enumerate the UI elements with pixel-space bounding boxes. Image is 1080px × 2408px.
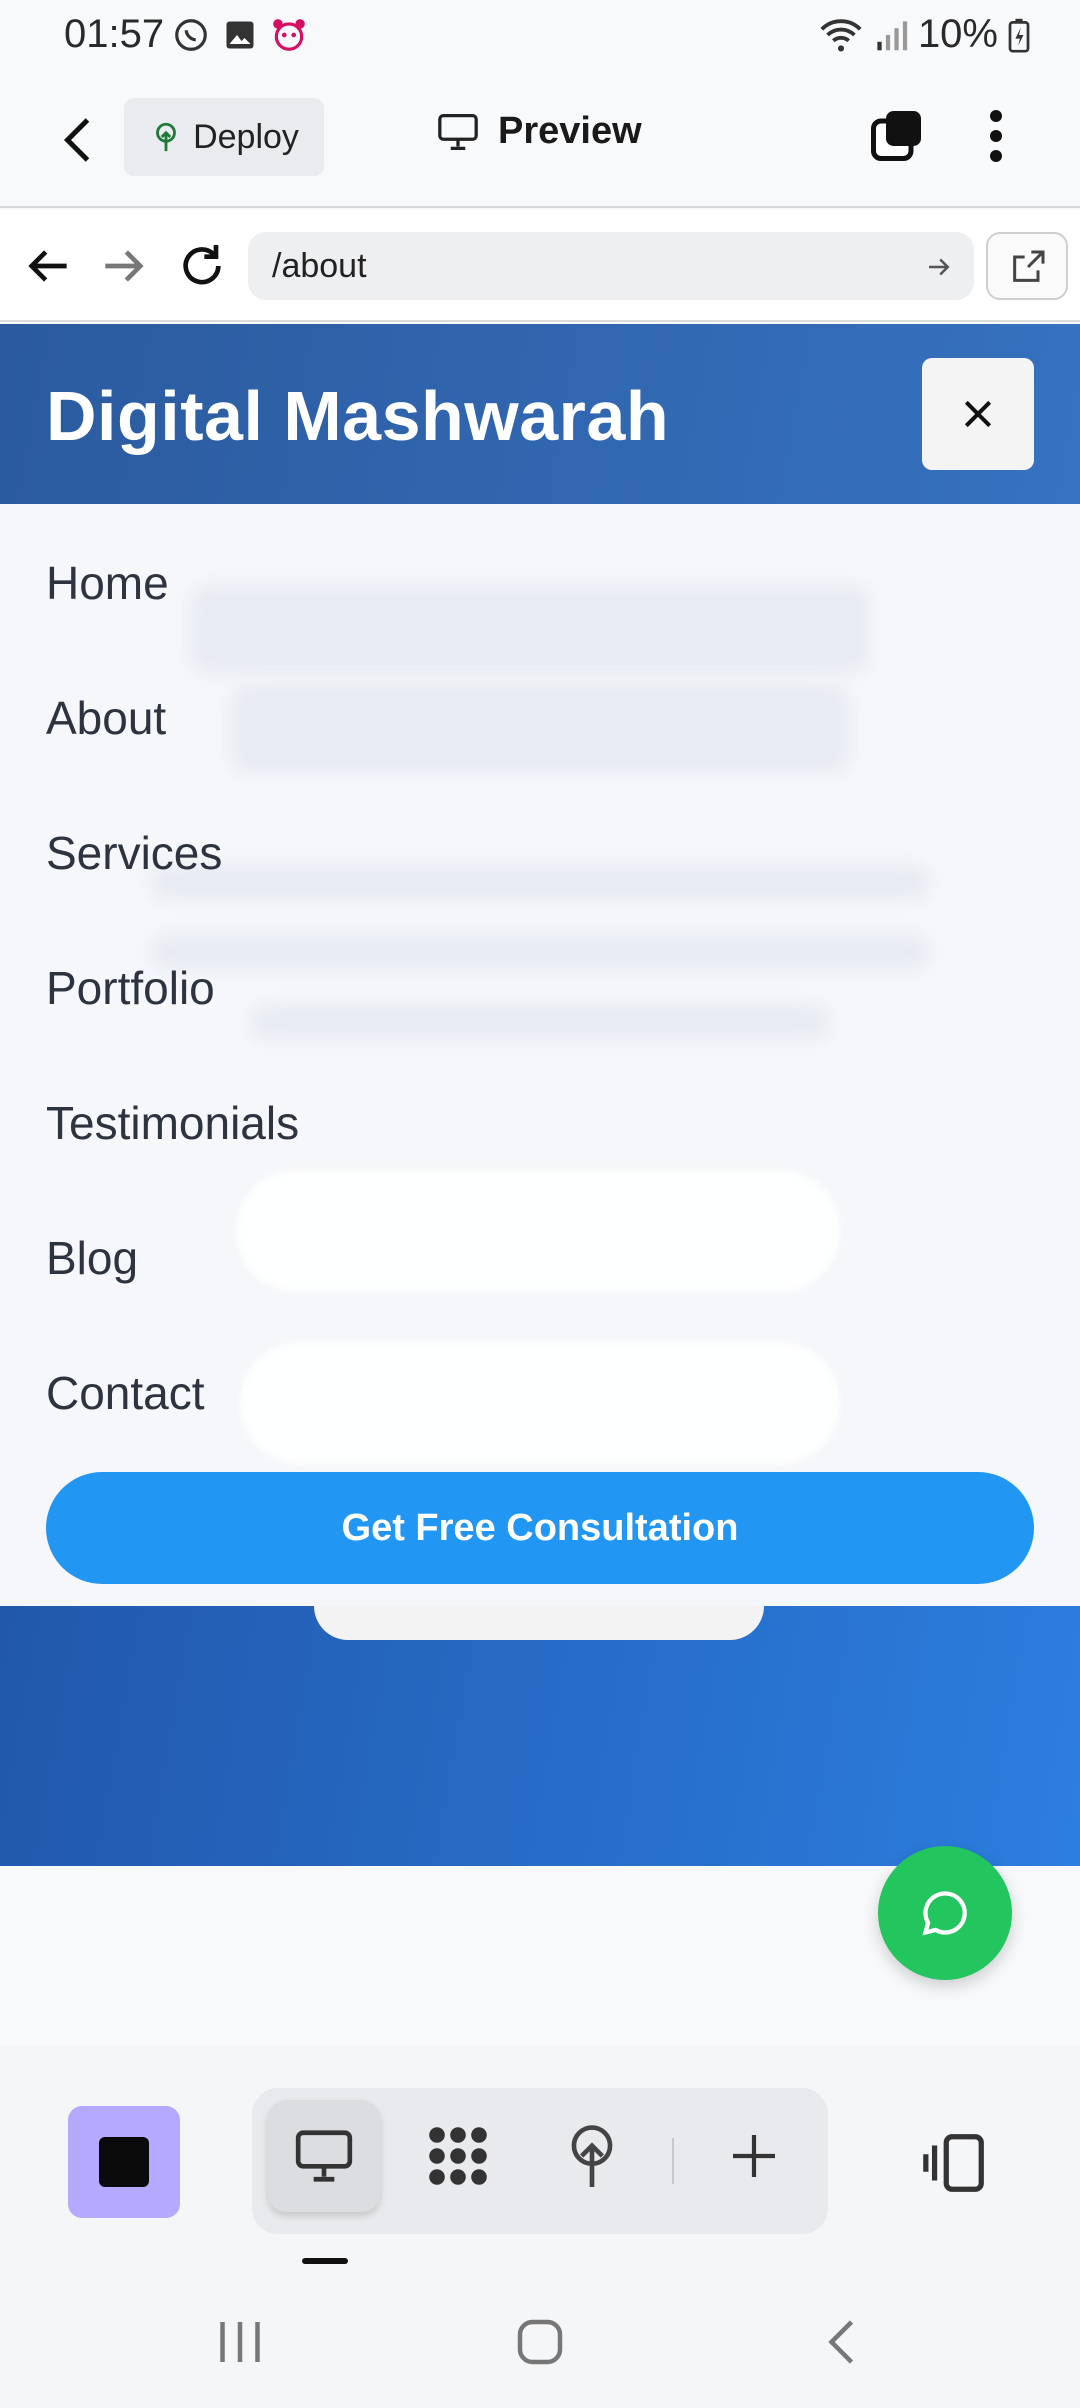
notification-icons xyxy=(172,16,308,54)
toolbar-divider xyxy=(672,2138,674,2184)
site-header: Digital Mashwarah xyxy=(0,324,1080,504)
deploy-tool[interactable] xyxy=(536,2100,648,2212)
menu-item-contact[interactable]: Contact xyxy=(46,1366,205,1420)
whatsapp-icon xyxy=(175,19,207,51)
preview-title: Preview xyxy=(436,110,642,153)
gallery-icon xyxy=(226,21,254,49)
reload-icon[interactable] xyxy=(174,238,230,294)
back-arrow-icon[interactable] xyxy=(50,110,110,170)
desktop-preview-tool[interactable] xyxy=(268,2100,380,2212)
desktop-preview-icon xyxy=(295,2130,353,2182)
tool-group xyxy=(252,2088,828,2234)
system-navigation xyxy=(0,2268,1080,2408)
app-header: Deploy Preview xyxy=(0,72,1080,208)
recents-icon[interactable] xyxy=(210,2312,270,2372)
mobile-menu: Home About Services Portfolio Testimonia… xyxy=(0,504,1080,1606)
menu-item-services[interactable]: Services xyxy=(46,826,222,880)
more-options-icon[interactable] xyxy=(978,106,1014,166)
bottom-toolbar xyxy=(0,2046,1080,2268)
avatar-square xyxy=(99,2137,149,2187)
close-menu-button[interactable] xyxy=(922,358,1034,470)
home-icon[interactable] xyxy=(510,2312,570,2372)
deploy-tree-icon xyxy=(571,2125,613,2187)
background-blur-block xyxy=(150,934,930,970)
browser-back-icon[interactable] xyxy=(20,238,76,294)
background-blur-block xyxy=(190,584,870,674)
background-blur-pill xyxy=(236,1170,840,1292)
foodpanda-icon xyxy=(273,19,305,51)
deploy-button[interactable]: Deploy xyxy=(124,98,324,176)
split-view-icon[interactable] xyxy=(920,2128,990,2198)
system-back-icon[interactable] xyxy=(814,2312,874,2372)
monitor-icon xyxy=(438,113,478,150)
tabs-icon[interactable] xyxy=(866,106,926,166)
browser-forward-icon[interactable] xyxy=(96,238,152,294)
chat-bubble-icon xyxy=(922,1891,967,1936)
battery-charging-icon xyxy=(1008,18,1030,53)
go-arrow-icon[interactable] xyxy=(924,252,954,282)
browser-bar: /about xyxy=(0,210,1080,322)
menu-item-testimonials[interactable]: Testimonials xyxy=(46,1096,299,1150)
deploy-tree-icon xyxy=(156,122,176,152)
url-input[interactable]: /about xyxy=(248,232,974,300)
signal-icon xyxy=(877,20,908,50)
menu-item-home[interactable]: Home xyxy=(46,556,169,610)
dots-grid-icon xyxy=(429,2127,487,2185)
background-blur-block xyxy=(250,1004,830,1040)
hero-section xyxy=(0,1606,1080,1866)
battery-percent: 10% xyxy=(917,12,998,56)
menu-item-portfolio[interactable]: Portfolio xyxy=(46,961,215,1015)
project-avatar[interactable] xyxy=(68,2106,180,2218)
menu-item-about[interactable]: About xyxy=(46,691,166,745)
background-blur-block xyxy=(230,684,850,774)
wifi-icon xyxy=(820,18,862,51)
active-tool-indicator xyxy=(302,2258,348,2264)
chat-button[interactable] xyxy=(878,1846,1012,1980)
status-time: 01:57 xyxy=(64,12,165,56)
add-icon xyxy=(733,2135,775,2177)
get-consultation-button[interactable]: Get Free Consultation xyxy=(46,1472,1034,1584)
external-link-icon xyxy=(1013,250,1045,282)
deploy-label: Deploy xyxy=(193,117,299,156)
close-icon xyxy=(964,400,992,428)
hero-button-partial[interactable] xyxy=(314,1606,764,1640)
menu-item-blog[interactable]: Blog xyxy=(46,1231,138,1285)
background-blur-block xyxy=(150,864,930,900)
site-brand[interactable]: Digital Mashwarah xyxy=(46,376,669,456)
open-external-button[interactable] xyxy=(986,232,1068,300)
add-tool[interactable] xyxy=(698,2100,810,2212)
url-text: /about xyxy=(272,247,367,285)
background-blur-pill xyxy=(240,1342,840,1464)
status-right: 10% xyxy=(818,12,1030,57)
preview-label: Preview xyxy=(498,110,642,152)
status-bar: 01:57 10% xyxy=(0,0,1080,72)
dots-grid-tool[interactable] xyxy=(402,2100,514,2212)
